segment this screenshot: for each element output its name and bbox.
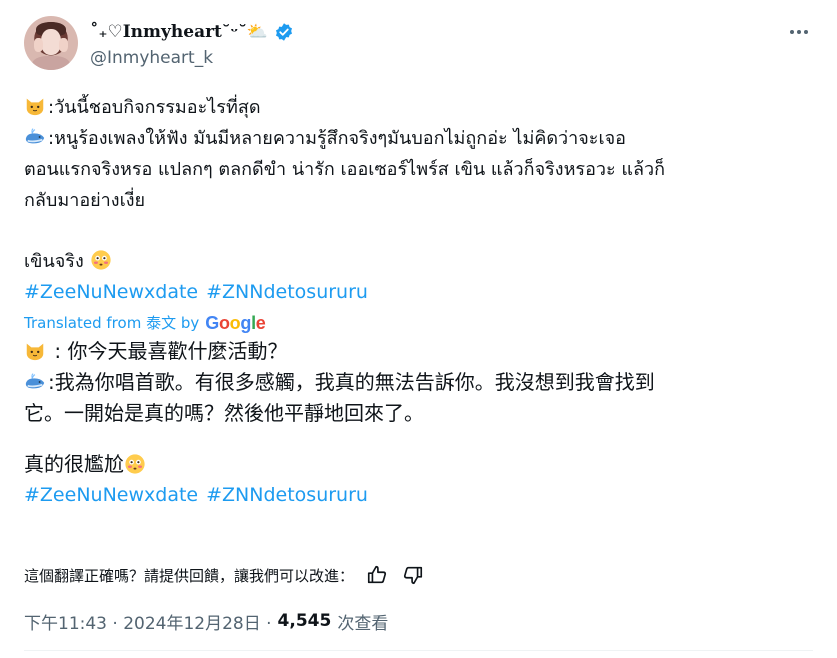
tweet-line: :วันนี้ชอบกิจกรรมอะไรที่สุด [24,92,804,123]
google-logo: Google [205,313,266,333]
tweet-line: เขินจริง [24,246,804,277]
hashtag-link[interactable]: #ZeeNuNewxdate [24,484,198,506]
tweet-timestamp[interactable]: 下午11:43 · 2024年12月28日 · [24,609,272,634]
tweet-line: กลับมาอย่างเงี่ย [24,190,146,211]
thumbs-down-icon[interactable] [400,562,426,588]
translation-text: 真的很尷尬 [24,452,124,476]
divider [24,650,813,651]
tweet-text: :หนูร้องเพลงให้ฟัง มันมีหลายความรู้สึกจร… [48,128,626,149]
translation-text: : 你今天最喜歡什麼活動？ [48,339,288,363]
tweet-header: ˚₊♡Inmyheart˘ᵕ˘⛅ @Inmyheart_k [24,16,814,76]
author-name-row[interactable]: ˚₊♡Inmyheart˘ᵕ˘⛅ [90,20,294,44]
translation-text: :我為你唱首歌。有很多感觸，我真的無法告訴你。我沒想到我會找到 [48,370,655,394]
hashtag-row: #ZeeNuNewxdate #ZNNdetosururu [24,277,804,308]
hashtag-link[interactable]: #ZNNdetosururu [206,484,368,506]
tweet-body: :วันนี้ชอบกิจกรรมอะไรที่สุด :หนูร้องเพลง… [24,92,804,511]
views-label: 次查看 [337,613,389,634]
translation-line: :我為你唱首歌。有很多感觸，我真的無法告訴你。我沒想到我會找到 [24,367,804,398]
tweet-text: :วันนี้ชอบกิจกรรมอะไรที่สุด [48,97,261,118]
verified-badge-icon [276,23,293,41]
thumbs-up-icon[interactable] [364,562,390,588]
whale-emoji [25,128,45,144]
translated-label[interactable]: Translated from 泰文 by [24,310,199,336]
translation-line: 真的很尷尬 [24,449,804,480]
flushed-face-emoji [125,454,145,474]
hashtag-row: #ZeeNuNewxdate #ZNNdetosururu [24,480,804,511]
translation-line: 它。一開始是真的嗎？然後他平靜地回來了。 [24,401,424,425]
tweet-line: ตอนแรกจริงหรอ แปลกๆ ตลกดีขำ น่ารัก เออเซ… [24,159,666,180]
author-handle[interactable]: @Inmyheart_k [90,48,213,68]
translation-feedback: 這個翻譯正確嗎？請提供回饋，讓我們可以改進： [24,562,426,588]
flushed-face-emoji [90,250,111,270]
author-display-name[interactable]: ˚₊♡Inmyheart˘ᵕ˘⛅ [90,22,268,42]
avatar[interactable] [24,16,78,70]
cat-face-emoji [26,98,44,116]
translated-by[interactable]: Translated from 泰文 by Google [24,310,804,336]
views-count: 4,545 [277,611,332,631]
tweet-meta: 下午11:43 · 2024年12月28日 · 4,545 次查看 [24,608,388,634]
cat-face-emoji [26,343,44,361]
tweet-line: :หนูร้องเพลงให้ฟัง มันมีหลายความรู้สึกจร… [24,123,804,154]
translation-line: : 你今天最喜歡什麼活動？ [24,336,804,367]
whale-emoji [25,373,45,389]
hashtag-link[interactable]: #ZeeNuNewxdate [24,281,198,303]
feedback-question: 這個翻譯正確嗎？請提供回饋，讓我們可以改進： [24,566,355,585]
tweet-text: เขินจริง [24,251,84,272]
more-icon[interactable] [784,22,814,42]
hashtag-link[interactable]: #ZNNdetosururu [206,281,368,303]
